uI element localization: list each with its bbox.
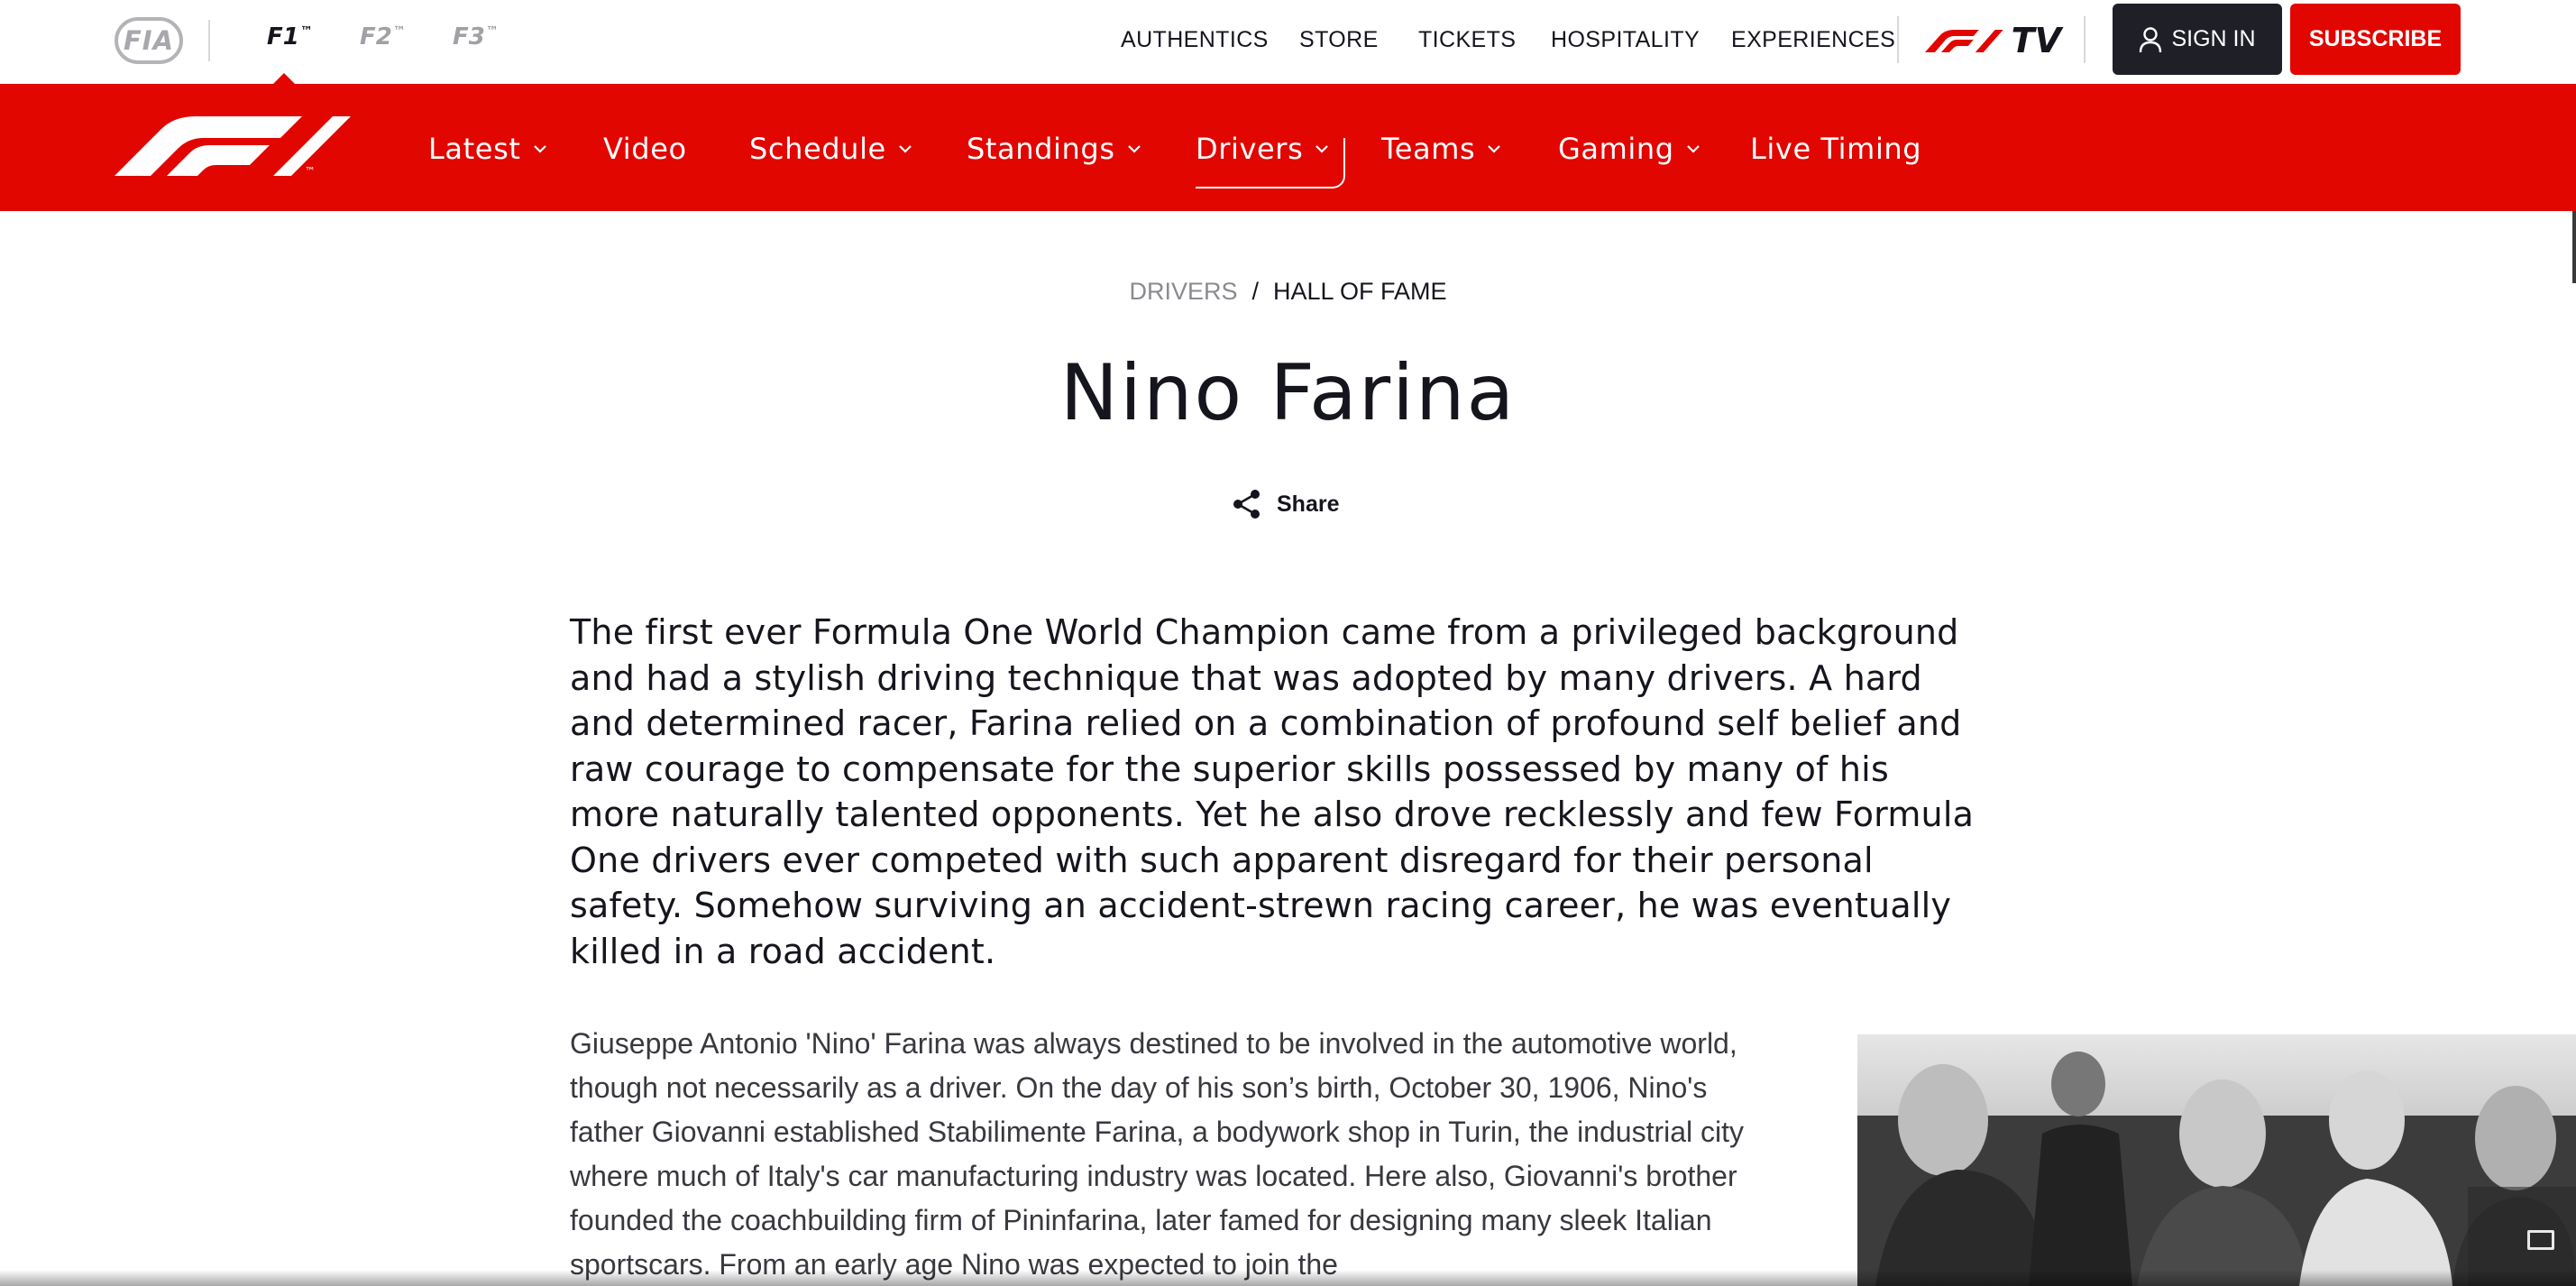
- subscribe-button[interactable]: SUBSCRIBE: [2290, 4, 2461, 75]
- f1-mini-logo-icon: [1924, 30, 2003, 52]
- article-photo[interactable]: [1857, 1034, 2576, 1286]
- top-link-tickets[interactable]: TICKETS: [1418, 27, 1516, 53]
- nav-item-schedule[interactable]: Schedule: [749, 126, 913, 171]
- series-f1-link[interactable]: F1™: [267, 23, 313, 51]
- user-icon: [2140, 26, 2162, 52]
- page-title: Nino Farina: [1059, 348, 1517, 438]
- top-bar: FIA F1™ F2™ F3™ AUTHENTICS STORE TICKETS…: [0, 0, 2576, 84]
- top-link-hospitality[interactable]: HOSPITALITY: [1551, 27, 1700, 53]
- nav-item-video[interactable]: Video: [603, 126, 687, 171]
- fia-logo[interactable]: FIA: [115, 17, 183, 64]
- series-f2-link[interactable]: F2™: [360, 23, 406, 51]
- chevron-down-icon: [533, 145, 546, 153]
- caption-toggle-button[interactable]: [2468, 1187, 2576, 1286]
- series-f3-link[interactable]: F3™: [453, 23, 499, 51]
- nav-item-teams[interactable]: Teams: [1381, 126, 1502, 171]
- top-link-authentics[interactable]: AUTHENTICS: [1121, 27, 1269, 53]
- nav-item-latest[interactable]: Latest: [428, 126, 548, 171]
- article-body-paragraph: Giuseppe Antonio 'Nino' Farina was alway…: [570, 1027, 1745, 1281]
- f1-logo[interactable]: ™: [115, 115, 351, 182]
- divider: [1897, 16, 1899, 63]
- article-lead: The first ever Formula One World Champio…: [570, 612, 1975, 971]
- nav-item-standings[interactable]: Standings: [967, 126, 1142, 171]
- chevron-down-icon: [1488, 145, 1501, 153]
- scroll-edge: [2572, 211, 2576, 283]
- breadcrumb: DRIVERS / HALL OF FAME: [0, 278, 2576, 306]
- top-link-experiences[interactable]: EXPERIENCES: [1731, 27, 1895, 53]
- active-series-indicator: [273, 73, 295, 84]
- f1tv-link[interactable]: TV: [1921, 20, 2061, 61]
- divider: [2084, 16, 2086, 63]
- chevron-down-icon: [899, 145, 912, 153]
- share-button[interactable]: Share: [1232, 486, 1339, 522]
- active-nav-indicator: [1196, 129, 1345, 188]
- top-link-store[interactable]: STORE: [1299, 27, 1379, 53]
- nav-item-gaming[interactable]: Gaming: [1558, 126, 1701, 171]
- chevron-down-icon: [1127, 145, 1141, 153]
- breadcrumb-current: HALL OF FAME: [1273, 278, 1447, 305]
- main-nav: ™ Latest Video Schedule Standings Driver…: [0, 84, 2576, 211]
- sign-in-button[interactable]: SIGN IN: [2113, 4, 2282, 75]
- divider: [208, 20, 210, 61]
- caption-icon: [2527, 1230, 2554, 1250]
- breadcrumb-drivers-link[interactable]: DRIVERS: [1129, 278, 1237, 305]
- chevron-down-icon: [1686, 145, 1700, 153]
- share-icon: [1233, 490, 1260, 519]
- breadcrumb-separator: /: [1251, 278, 1259, 305]
- nav-item-live-timing[interactable]: Live Timing: [1750, 126, 1921, 171]
